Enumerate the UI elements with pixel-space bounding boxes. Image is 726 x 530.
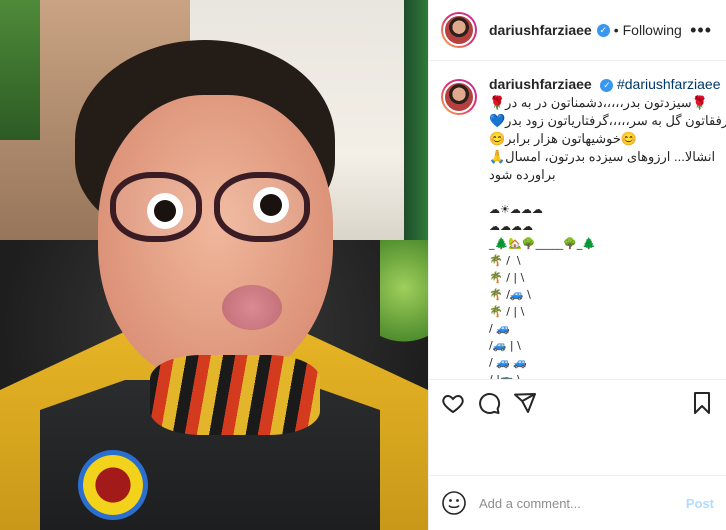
caption-area: dariushfarziaee ✓ #dariushfarziaee 🌹سیزد…: [429, 61, 726, 379]
caption-line: انشالا... ارزوهای سیزده بدرتون، امسال🙏: [489, 149, 716, 164]
caption-line: ☁☀☁☁☁: [489, 203, 543, 216]
comment-icon[interactable]: [477, 391, 501, 415]
caption-avatar[interactable]: [441, 79, 477, 115]
comment-input[interactable]: Add a comment...: [479, 496, 686, 511]
share-icon[interactable]: [513, 391, 537, 415]
emoji-icon[interactable]: [441, 490, 467, 516]
caption-line: 🌴 / | \: [489, 305, 525, 318]
caption-line: براورده شود: [489, 167, 556, 182]
caption-line: /🚙 | \: [489, 339, 521, 352]
follow-status[interactable]: Following: [623, 22, 682, 38]
comment-box: Add a comment... Post: [429, 475, 726, 530]
separator-dot: •: [613, 22, 619, 38]
caption-line: _🌲🏡🌳_____🌳_🌲: [489, 237, 596, 250]
scarf: [150, 355, 320, 435]
caption-line: / 🚙: [489, 322, 510, 335]
post-side-panel: dariushfarziaee ✓ • Following ••• darius…: [428, 0, 726, 530]
glasses: [110, 172, 310, 252]
caption-line: 💙رفقاتون گل به سر،،،،،گرفتاریاتون زود بد…: [489, 113, 726, 128]
bookmark-icon[interactable]: [690, 391, 714, 415]
caption-lines: 🌹سیزدتون بدر،،،،،دشمناتون در به در🌹 💙رفقا…: [489, 94, 726, 379]
heart-icon[interactable]: [441, 391, 465, 415]
avatar[interactable]: [441, 12, 477, 48]
caption-line: [489, 184, 726, 201]
caption-line: 🌹سیزدتون بدر،،،،،دشمناتون در به در🌹: [489, 95, 708, 110]
lips: [222, 285, 282, 330]
eye-right: [260, 194, 282, 216]
caption-line: 🌴 /🚙 \: [489, 288, 531, 301]
caption-username[interactable]: dariushfarziaee: [489, 76, 592, 92]
action-bar: [429, 379, 726, 425]
caption-line: / 🚙 🚙: [489, 356, 528, 369]
caption-line: ☁☁☁☁: [489, 220, 533, 233]
post-photo[interactable]: [0, 0, 428, 530]
caption-hashtag[interactable]: #dariushfarziaee: [617, 76, 721, 92]
likes-area: [429, 425, 726, 475]
post-button[interactable]: Post: [686, 496, 714, 511]
caption-line: 🌴 / \: [489, 254, 521, 267]
caption-line: 🌴 / | \: [489, 271, 525, 284]
plant: [380, 240, 428, 360]
verified-icon: ✓: [596, 23, 610, 37]
eye-left: [154, 200, 176, 222]
verified-icon: ✓: [600, 79, 614, 93]
instagram-post: dariushfarziaee ✓ • Following ••• darius…: [0, 0, 726, 530]
caption-line: / |🚌 \: [489, 371, 726, 379]
header-username[interactable]: dariushfarziaee: [489, 22, 592, 38]
more-options-icon[interactable]: •••: [690, 20, 712, 41]
caption: dariushfarziaee ✓ #dariushfarziaee 🌹سیزد…: [489, 75, 726, 379]
post-header: dariushfarziaee ✓ • Following •••: [429, 0, 726, 61]
background-plant: [0, 0, 40, 140]
caption-line: 😊خوشیهاتون هزار برابر😊: [489, 131, 638, 146]
brooch: [78, 450, 148, 520]
